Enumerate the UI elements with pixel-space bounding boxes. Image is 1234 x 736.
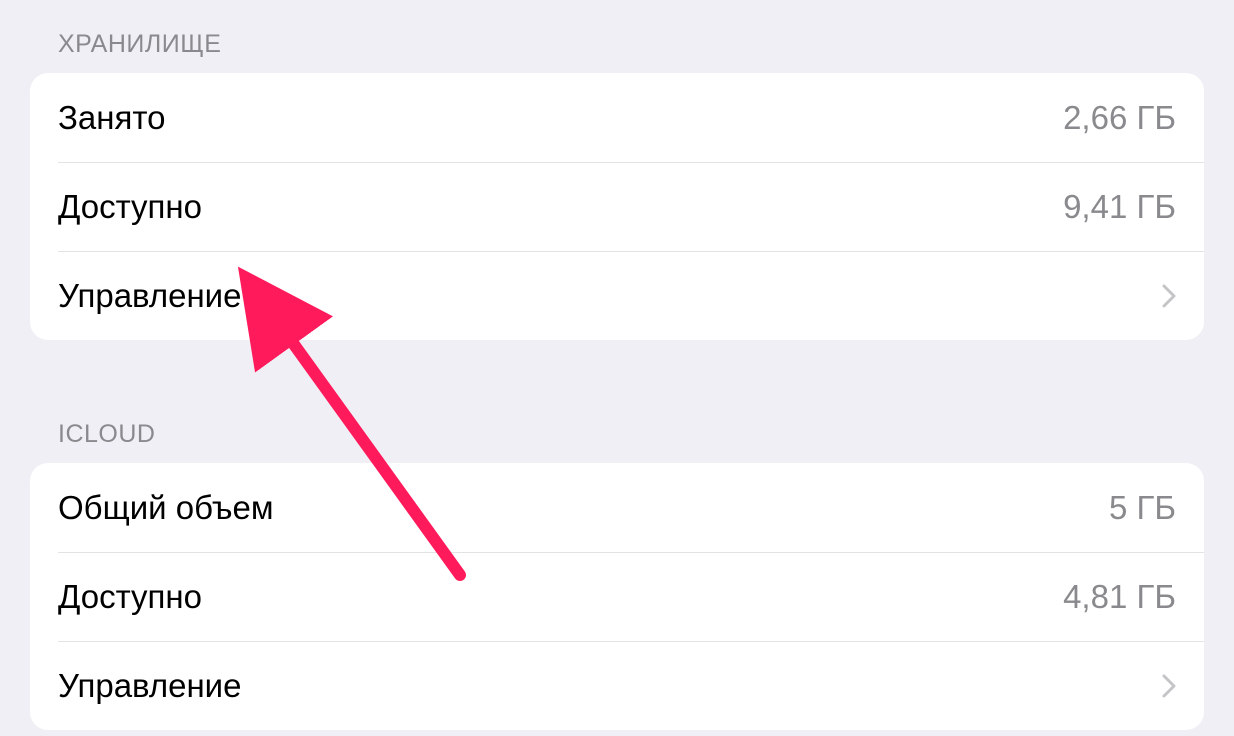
storage-used-row: Занято 2,66 ГБ — [30, 73, 1204, 162]
settings-container: ХРАНИЛИЩЕ Занято 2,66 ГБ Доступно 9,41 Г… — [0, 0, 1234, 730]
icloud-available-label: Доступно — [58, 578, 202, 616]
icloud-total-value: 5 ГБ — [1109, 489, 1176, 527]
storage-manage-row[interactable]: Управление — [30, 251, 1204, 340]
icloud-total-label: Общий объем — [58, 489, 274, 527]
icloud-section-group: Общий объем 5 ГБ Доступно 4,81 ГБ Управл… — [30, 463, 1204, 730]
storage-section-group: Занято 2,66 ГБ Доступно 9,41 ГБ Управлен… — [30, 73, 1204, 340]
storage-available-label: Доступно — [58, 188, 202, 226]
icloud-section-header: ICLOUD — [0, 340, 1234, 463]
icloud-manage-row[interactable]: Управление — [30, 641, 1204, 730]
storage-used-value: 2,66 ГБ — [1063, 99, 1176, 137]
storage-available-value: 9,41 ГБ — [1063, 188, 1176, 226]
icloud-available-value: 4,81 ГБ — [1063, 578, 1176, 616]
icloud-available-row: Доступно 4,81 ГБ — [30, 552, 1204, 641]
storage-section-header: ХРАНИЛИЩЕ — [0, 0, 1234, 73]
storage-used-label: Занято — [58, 99, 165, 137]
icloud-total-row: Общий объем 5 ГБ — [30, 463, 1204, 552]
icloud-manage-label: Управление — [58, 667, 241, 705]
chevron-right-icon — [1162, 284, 1176, 308]
chevron-right-icon — [1162, 674, 1176, 698]
storage-manage-label: Управление — [58, 277, 241, 315]
storage-available-row: Доступно 9,41 ГБ — [30, 162, 1204, 251]
